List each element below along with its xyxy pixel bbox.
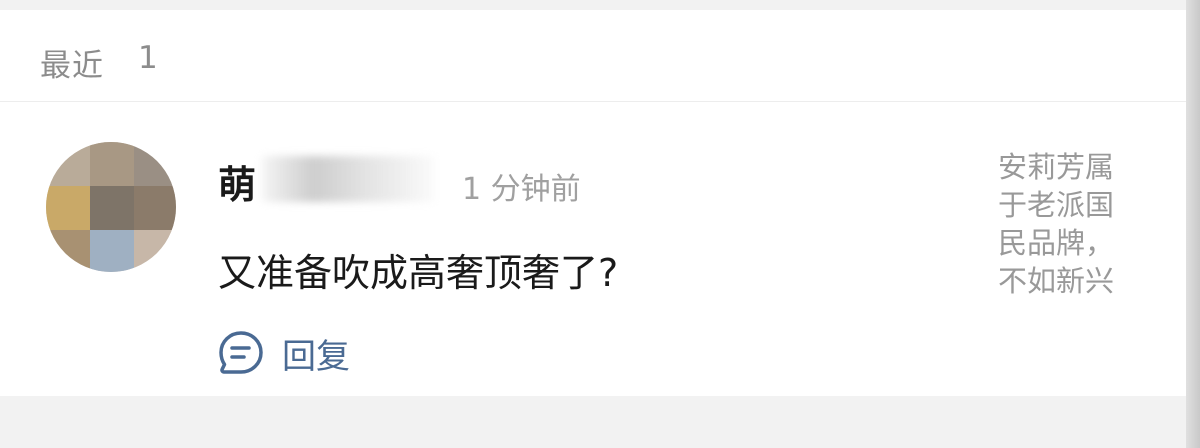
section-header: 最近 1 xyxy=(0,10,1186,102)
quoted-post-line: 于老派国 xyxy=(998,188,1115,222)
avatar-mosaic-block xyxy=(46,186,90,230)
quoted-post-line: 不如新兴 xyxy=(998,264,1115,298)
avatar[interactable] xyxy=(46,142,176,272)
top-divider xyxy=(0,0,1200,10)
quoted-post-line: 安莉芳属 xyxy=(998,150,1115,184)
avatar-mosaic-block xyxy=(134,142,176,186)
avatar-mosaic-block xyxy=(46,142,90,186)
section-count: 1 xyxy=(138,40,158,76)
quoted-post-line: 民品牌， xyxy=(998,226,1115,260)
reply-label: 回复 xyxy=(282,336,350,377)
avatar-mosaic-block xyxy=(90,230,134,272)
username-redaction xyxy=(262,156,434,202)
comment-bubble-icon xyxy=(218,330,264,376)
right-edge-shadow xyxy=(1186,0,1200,448)
comment-item[interactable]: 萌 1 分钟前 又准备吹成高奢顶奢了? 回复 安莉芳属 于老派国 民品牌， 不如… xyxy=(0,102,1186,396)
timestamp: 1 分钟前 xyxy=(462,172,581,207)
avatar-mosaic-block xyxy=(90,142,134,186)
quoted-post-preview[interactable]: 安莉芳属 于老派国 民品牌， 不如新兴 xyxy=(998,148,1134,300)
bottom-divider xyxy=(0,396,1186,448)
avatar-mosaic-block xyxy=(90,186,134,230)
username[interactable]: 萌 xyxy=(218,154,256,209)
reply-button[interactable]: 回复 xyxy=(218,330,350,377)
avatar-mosaic-block xyxy=(134,230,176,272)
avatar-mosaic-block xyxy=(46,230,90,272)
avatar-mosaic-block xyxy=(134,186,176,230)
comment-text: 又准备吹成高奢顶奢了? xyxy=(218,251,619,295)
section-title: 最近 xyxy=(40,48,104,84)
comments-page: 最近 1 萌 1 分钟前 又准备吹成高奢顶奢了? 回复 安莉芳属 于老派国 民品… xyxy=(0,0,1200,448)
